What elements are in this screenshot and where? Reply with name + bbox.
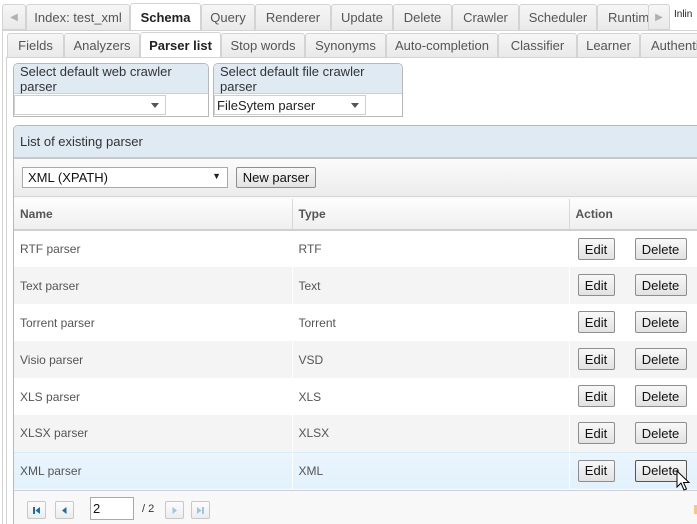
parser-type-cell: Torrent [292,304,570,341]
delete-button[interactable]: Delete [634,385,687,407]
parser-name-cell: XLSX parser [14,415,293,452]
tab-delete[interactable]: Delete [393,4,452,30]
edit-button[interactable]: Edit [577,422,615,444]
parser-name-cell: Visio parser [14,341,293,378]
delete-button[interactable]: Delete [634,238,687,260]
dropdown-arrow-icon: ▼ [212,171,221,181]
tab-authentication[interactable]: Authenti [640,33,697,57]
column-header-action: Action [569,199,697,231]
table-header-row: Name Type Action [14,199,697,231]
tab-parser-list[interactable]: Parser list [140,32,221,58]
delete-button[interactable]: Delete [634,348,687,370]
parser-action-cell: Edit Delete [569,304,697,341]
table-row[interactable]: XLSX parser XLSX Edit Delete [14,415,697,452]
edit-button[interactable]: Edit [577,385,615,407]
page-total-label: / 2 [142,503,155,515]
tab-query[interactable]: Query [201,4,255,30]
parser-name-cell: Torrent parser [14,304,293,341]
main-tab-bar: ◀ Index: test_xml Schema Query Renderer … [0,0,697,31]
table-row[interactable]: XML parser XML Edit Delete [14,451,697,489]
parser-name-cell: XML parser [14,451,293,489]
next-page-icon [172,506,177,514]
column-header-type[interactable]: Type [292,199,570,231]
parser-list-toolbar: XML (XPATH) ▼ New parser [14,159,697,197]
prev-page-icon [62,506,67,514]
default-web-parser-title: Select default web crawler parser [14,64,208,94]
tab-stop-words[interactable]: Stop words [221,33,305,57]
table-row[interactable]: Visio parser VSD Edit Delete [14,341,697,378]
edit-button[interactable]: Edit [577,348,615,370]
first-page-button[interactable] [27,501,46,519]
page-number-input[interactable]: 2 [90,497,134,520]
table-row[interactable]: XLS parser XLS Edit Delete [14,378,697,415]
parser-type-cell: Text [292,267,570,304]
parser-type-cell: VSD [292,341,570,378]
tab-synonyms[interactable]: Synonyms [305,33,386,57]
tab-runtime[interactable]: Runtim [597,4,649,30]
tab-analyzers[interactable]: Analyzers [64,33,140,57]
parser-table: Name Type Action RTF parser RTF Edit Delete… [14,199,697,489]
last-page-button[interactable] [191,501,210,519]
default-web-parser-select[interactable] [14,95,166,115]
delete-button[interactable]: Delete [634,311,687,333]
table-row[interactable]: Torrent parser Torrent Edit Delete [14,304,697,341]
parser-type-cell: XML [292,451,570,489]
pagination-bar: 2 / 2 [14,490,697,524]
parser-action-cell: Edit Delete [569,341,697,378]
parser-type-cell: RTF [292,230,570,267]
default-file-parser-select[interactable]: FileSytem parser [214,95,366,115]
parser-name-cell: XLS parser [14,378,293,415]
parser-name-cell: RTF parser [14,230,293,267]
tab-schema[interactable]: Schema [130,3,201,31]
new-parser-button[interactable]: New parser [236,167,316,188]
tab-fields[interactable]: Fields [7,33,64,57]
tab-scroll-right-button[interactable]: ▶ [648,4,670,30]
edit-button[interactable]: Edit [577,459,615,482]
dropdown-caret-icon [351,103,359,108]
tab-classifier[interactable]: Classifier [498,33,577,57]
chevron-right-icon: ▶ [655,11,663,23]
default-web-parser-panel: Select default web crawler parser [13,63,209,117]
parser-type-cell: XLSX [292,415,570,452]
edit-button[interactable]: Edit [577,238,615,260]
table-row[interactable]: RTF parser RTF Edit Delete [14,230,697,267]
tab-crawler[interactable]: Crawler [452,4,519,30]
parser-action-cell: Edit Delete [569,230,697,267]
prev-page-button[interactable] [55,501,74,519]
last-page-icon [197,506,204,514]
first-page-icon [33,506,40,514]
mouse-cursor-icon [676,470,690,491]
table-row[interactable]: Text parser Text Edit Delete [14,267,697,304]
tab-auto-completion[interactable]: Auto-completion [386,33,498,57]
parser-action-cell: Edit Delete [569,378,697,415]
parser-name-cell: Text parser [14,267,293,304]
delete-button[interactable]: Delete [634,274,687,296]
parser-type-select[interactable]: XML (XPATH) ▼ [22,167,228,188]
parser-list-panel: List of existing parser XML (XPATH) ▼ Ne… [13,125,697,524]
parser-action-cell: Edit Delete [569,267,697,304]
tab-index[interactable]: Index: test_xml [26,4,130,30]
next-page-button[interactable] [165,501,184,519]
edit-button[interactable]: Edit [577,274,615,296]
edit-button[interactable]: Edit [577,311,615,333]
default-file-parser-title: Select default file crawler parser [214,64,402,94]
tab-scroll-left-button[interactable]: ◀ [2,4,26,30]
tab-renderer[interactable]: Renderer [255,4,331,30]
delete-button[interactable]: Delete [634,422,687,444]
parser-list-title: List of existing parser [14,126,697,159]
inline-tab-label[interactable]: Inlin [674,9,692,20]
tab-scheduler[interactable]: Scheduler [519,4,597,30]
parser-action-cell: Edit Delete [569,415,697,452]
tab-update[interactable]: Update [331,4,393,30]
chevron-left-icon: ◀ [10,11,18,23]
dropdown-caret-icon [151,103,159,108]
default-file-parser-panel: Select default file crawler parser FileS… [213,63,403,117]
parser-type-cell: XLS [292,378,570,415]
tab-learner[interactable]: Learner [577,33,640,57]
column-header-name[interactable]: Name [14,199,293,231]
